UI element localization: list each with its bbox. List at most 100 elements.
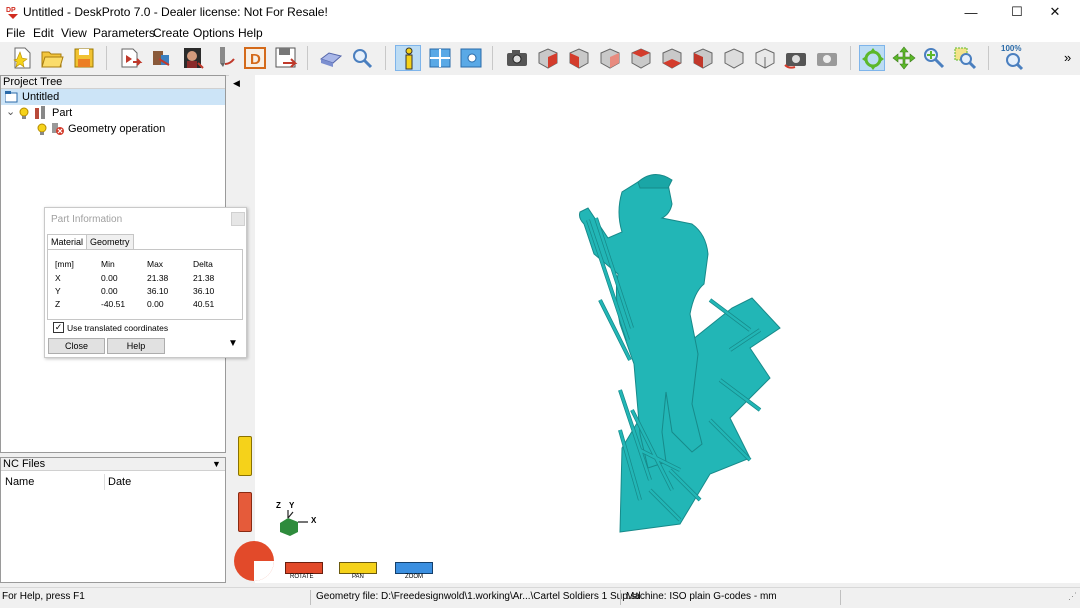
view-plain-button[interactable] xyxy=(752,45,778,71)
toolbar-overflow-button[interactable]: » xyxy=(1064,50,1071,65)
portrait-image-icon xyxy=(184,48,204,69)
geometry-image-button[interactable] xyxy=(180,45,206,71)
cube-plain-icon xyxy=(755,48,775,69)
view-right-button[interactable] xyxy=(597,45,623,71)
material-tab-pane: [mm] Min Max Delta X 0.00 21.38 21.38 Y … xyxy=(47,249,243,320)
minimize-button[interactable]: — xyxy=(948,0,994,24)
pan-arrows-icon xyxy=(892,46,916,70)
rotate-slider[interactable] xyxy=(285,562,323,574)
info-i-icon xyxy=(405,47,413,70)
row-x-min: 0.00 xyxy=(101,273,118,283)
zoom-window-button[interactable] xyxy=(952,45,978,71)
inspect-button[interactable] xyxy=(349,45,375,71)
col-header-delta: Delta xyxy=(193,259,213,269)
view-front-button[interactable] xyxy=(566,45,592,71)
nc-files-panel: NC Files ▼ Name Date xyxy=(0,457,226,583)
nc-files-dropdown-icon[interactable]: ▼ xyxy=(212,459,221,469)
view-iso-button[interactable] xyxy=(535,45,561,71)
four-views-button[interactable] xyxy=(427,45,453,71)
resize-grip-icon[interactable]: ⋰ xyxy=(1068,591,1077,602)
simulation-button[interactable] xyxy=(318,45,344,71)
col-header-min: Min xyxy=(101,259,115,269)
row-y-min: 0.00 xyxy=(101,286,118,296)
import-geometry-button[interactable] xyxy=(117,45,143,71)
nc-column-date[interactable]: Date xyxy=(108,474,131,490)
camera-icon xyxy=(507,50,527,66)
menu-parameters[interactable]: Parameters xyxy=(93,26,155,40)
menu-create[interactable]: Create xyxy=(153,26,189,40)
axis-indicator-icon xyxy=(280,510,308,536)
dialog-expand-arrow-icon[interactable]: ▼ xyxy=(228,338,238,349)
translated-coordinates-label: Use translated coordinates xyxy=(67,323,169,333)
open-project-button[interactable] xyxy=(39,45,65,71)
dialog-help-button[interactable]: Help xyxy=(107,338,165,354)
view-left-button[interactable] xyxy=(659,45,685,71)
write-nc-button[interactable] xyxy=(273,45,299,71)
view-bottom-button[interactable] xyxy=(721,45,747,71)
col-header-unit: [mm] xyxy=(55,259,74,269)
write-nc-file-icon xyxy=(275,47,298,68)
menu-options[interactable]: Options xyxy=(193,26,234,40)
menu-view[interactable]: View xyxy=(61,26,87,40)
pan-mode-button[interactable] xyxy=(891,45,917,71)
model-soldier-figure xyxy=(579,174,781,533)
camera-refresh-icon xyxy=(784,53,806,69)
dialog-title: Part Information xyxy=(51,214,123,225)
part-properties-button[interactable] xyxy=(149,45,175,71)
refresh-view-button[interactable] xyxy=(783,45,809,71)
zoom-slider[interactable] xyxy=(395,562,433,574)
row-y-label: Y xyxy=(55,286,61,296)
zoom-mode-button[interactable] xyxy=(921,45,947,71)
svg-text:D: D xyxy=(250,51,261,68)
app-logo-icon: DP xyxy=(6,4,20,20)
save-project-button[interactable] xyxy=(71,45,97,71)
close-window-button[interactable]: ✕ xyxy=(1032,0,1078,24)
rotate-mode-button[interactable] xyxy=(859,45,885,71)
vertical-pan-slider[interactable] xyxy=(238,436,252,476)
status-bar: For Help, press F1 Geometry file: D:\Fre… xyxy=(0,587,1080,608)
tab-geometry[interactable]: Geometry xyxy=(86,234,134,250)
row-z-min: -40.51 xyxy=(101,299,126,309)
pan-slider[interactable] xyxy=(339,562,377,574)
lightbulb-icon[interactable] xyxy=(37,123,47,136)
rotate-dial-icon[interactable] xyxy=(233,540,275,582)
lightbulb-icon[interactable] xyxy=(19,107,29,120)
project-tree-header: Project Tree xyxy=(1,76,225,89)
tree-item-untitled[interactable]: Untitled xyxy=(1,89,225,105)
tree-item-label: Part xyxy=(52,107,73,119)
toolpath-d-icon: D xyxy=(244,47,266,69)
window-zoom-icon xyxy=(460,48,482,68)
view-back-button[interactable] xyxy=(628,45,654,71)
dialog-close-box[interactable] xyxy=(231,212,245,226)
dialog-close-button[interactable]: Close xyxy=(48,338,105,354)
expand-chevron-icon[interactable]: ⌄ xyxy=(6,104,15,120)
menu-help[interactable]: Help xyxy=(238,26,263,40)
view-top-button[interactable] xyxy=(690,45,716,71)
part-information-dialog: Part Information Material Geometry [mm] … xyxy=(44,207,247,358)
row-x-label: X xyxy=(55,273,61,283)
tree-item-part[interactable]: ⌄ Part xyxy=(1,105,225,121)
part-info-button[interactable] xyxy=(395,45,421,71)
camera-view-button[interactable] xyxy=(504,45,530,71)
status-geometry-file: Geometry file: D:\Freedesignwold\1.worki… xyxy=(316,591,641,602)
collapse-panel-arrow-icon[interactable]: ◀ xyxy=(233,78,240,89)
nc-column-name[interactable]: Name xyxy=(5,474,34,490)
window-view-button[interactable] xyxy=(458,45,484,71)
cube-top-icon xyxy=(693,48,713,69)
menu-file[interactable]: File xyxy=(6,26,25,40)
import-geometry-icon xyxy=(121,48,143,68)
create-toolpath-button[interactable]: D xyxy=(242,45,268,71)
tree-item-geometry-operation[interactable]: Geometry operation xyxy=(1,121,225,137)
menu-edit[interactable]: Edit xyxy=(33,26,54,40)
tree-item-label: Geometry operation xyxy=(68,123,166,135)
translated-coordinates-checkbox[interactable]: ✓ xyxy=(53,322,64,333)
app-logo-text: DP xyxy=(6,7,16,14)
cutter-tool-icon xyxy=(220,47,235,67)
cube-front-icon xyxy=(569,48,589,69)
save-disk-icon xyxy=(74,48,94,68)
new-project-button[interactable] xyxy=(9,45,35,71)
render-view-button[interactable] xyxy=(814,45,840,71)
vertical-rotate-slider[interactable] xyxy=(238,492,252,532)
operation-button[interactable] xyxy=(211,45,237,71)
part-icon xyxy=(35,106,45,119)
